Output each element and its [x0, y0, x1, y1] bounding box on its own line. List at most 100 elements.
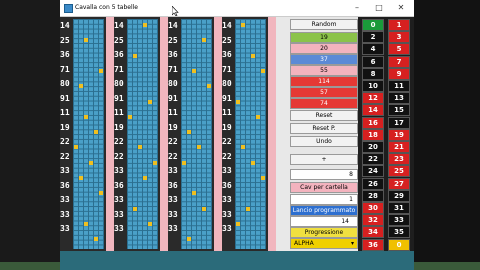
number-cell[interactable]: 24	[362, 165, 384, 178]
reset-button[interactable]: Reset	[290, 110, 358, 121]
marked-cell[interactable]	[261, 68, 265, 73]
marked-cell[interactable]	[241, 23, 245, 27]
number-cell[interactable]: 14	[362, 104, 384, 117]
number-cell[interactable]: 32	[362, 214, 384, 227]
marked-cell[interactable]	[187, 130, 191, 135]
number-cell[interactable]: 0	[362, 19, 384, 31]
marked-cell[interactable]	[187, 237, 191, 242]
number-cell[interactable]: 2	[362, 31, 384, 44]
number-cell[interactable]: 8	[362, 67, 384, 80]
number-cell[interactable]: 20	[362, 141, 384, 153]
number-cell[interactable]: 0	[388, 238, 410, 251]
number-cell[interactable]: 21	[388, 141, 410, 153]
undo-button[interactable]: Undo	[290, 136, 358, 147]
marked-cell[interactable]	[207, 84, 211, 89]
marked-cell[interactable]	[94, 130, 98, 135]
value-row[interactable]: 57	[290, 87, 358, 98]
marked-cell[interactable]	[148, 99, 152, 104]
marked-cell[interactable]	[84, 114, 88, 119]
number-cell[interactable]: 15	[388, 104, 410, 117]
number-cell[interactable]: 29	[388, 189, 410, 202]
marked-cell[interactable]	[128, 114, 132, 119]
number-cell[interactable]: 35	[388, 226, 410, 239]
progressione-button[interactable]: Progressione	[290, 227, 358, 238]
marked-cell[interactable]	[99, 191, 103, 196]
marked-cell[interactable]	[138, 145, 142, 150]
marked-cell[interactable]	[94, 237, 98, 242]
marked-cell[interactable]	[256, 114, 260, 119]
cell-grid[interactable]	[181, 19, 212, 249]
random-button[interactable]: Random	[290, 19, 358, 30]
number-cell[interactable]: 36	[362, 238, 384, 251]
value-row[interactable]: 37	[290, 54, 358, 65]
marked-cell[interactable]	[74, 145, 78, 150]
marked-cell[interactable]	[192, 191, 196, 196]
number-cell[interactable]: 5	[388, 43, 410, 56]
number-cell[interactable]: 11	[388, 80, 410, 92]
marked-cell[interactable]	[148, 221, 152, 226]
value-row[interactable]: 114	[290, 76, 358, 87]
marked-cell[interactable]	[79, 84, 83, 89]
number-cell[interactable]: 12	[362, 92, 384, 105]
value-row[interactable]: 19	[290, 32, 358, 43]
number-cell[interactable]: 17	[388, 116, 410, 129]
number-cell[interactable]: 22	[362, 153, 384, 166]
value-row[interactable]: 55	[290, 65, 358, 76]
number-cell[interactable]: 33	[388, 214, 410, 227]
number-cell[interactable]: 28	[362, 189, 384, 202]
marked-cell[interactable]	[251, 53, 255, 58]
counter-field[interactable]: 8	[290, 169, 358, 180]
marked-cell[interactable]	[236, 221, 240, 226]
marked-cell[interactable]	[79, 176, 83, 180]
cell-grid[interactable]	[127, 19, 158, 249]
cell-grid[interactable]	[73, 19, 104, 249]
lancio-programmato-field[interactable]: 14	[290, 216, 358, 227]
marked-cell[interactable]	[84, 221, 88, 226]
number-cell[interactable]: 31	[388, 202, 410, 214]
number-cell[interactable]: 3	[388, 31, 410, 44]
number-cell[interactable]: 18	[362, 128, 384, 141]
minimize-button[interactable]: –	[346, 0, 368, 16]
marked-cell[interactable]	[89, 160, 93, 165]
marked-cell[interactable]	[192, 68, 196, 73]
number-cell[interactable]: 1	[388, 19, 410, 31]
marked-cell[interactable]	[236, 99, 240, 104]
number-cell[interactable]: 6	[362, 55, 384, 68]
marked-cell[interactable]	[99, 68, 103, 73]
number-cell[interactable]: 25	[388, 165, 410, 178]
value-row[interactable]: 74	[290, 98, 358, 109]
number-cell[interactable]: 30	[362, 202, 384, 214]
marked-cell[interactable]	[197, 145, 201, 150]
number-cell[interactable]: 4	[362, 43, 384, 56]
number-cell[interactable]: 7	[388, 55, 410, 68]
number-cell[interactable]: 13	[388, 92, 410, 105]
number-cell[interactable]: 27	[388, 177, 410, 190]
number-cell[interactable]: 10	[362, 80, 384, 92]
marked-cell[interactable]	[153, 160, 157, 165]
marked-cell[interactable]	[261, 176, 265, 180]
number-cell[interactable]: 9	[388, 67, 410, 80]
marked-cell[interactable]	[241, 145, 245, 150]
number-cell[interactable]: 26	[362, 177, 384, 190]
maximize-button[interactable]: □	[368, 0, 390, 16]
marked-cell[interactable]	[251, 160, 255, 165]
plus-button[interactable]: +	[290, 154, 358, 165]
marked-cell[interactable]	[246, 206, 250, 211]
marked-cell[interactable]	[143, 176, 147, 180]
cell-grid[interactable]	[235, 19, 266, 249]
reset-p-button[interactable]: Reset P.	[290, 123, 358, 134]
marked-cell[interactable]	[182, 160, 186, 165]
number-cell[interactable]: 23	[388, 153, 410, 166]
marked-cell[interactable]	[133, 206, 137, 211]
marked-cell[interactable]	[84, 38, 88, 43]
marked-cell[interactable]	[202, 38, 206, 43]
close-button[interactable]: ✕	[390, 0, 412, 16]
number-cell[interactable]: 19	[388, 128, 410, 141]
cav-per-cartella-field[interactable]: 1	[290, 194, 358, 205]
marked-cell[interactable]	[143, 23, 147, 27]
mode-select[interactable]: ALPHA ▾	[290, 238, 358, 249]
value-row[interactable]: 20	[290, 43, 358, 54]
marked-cell[interactable]	[133, 53, 137, 58]
marked-cell[interactable]	[202, 206, 206, 211]
number-cell[interactable]: 16	[362, 116, 384, 129]
